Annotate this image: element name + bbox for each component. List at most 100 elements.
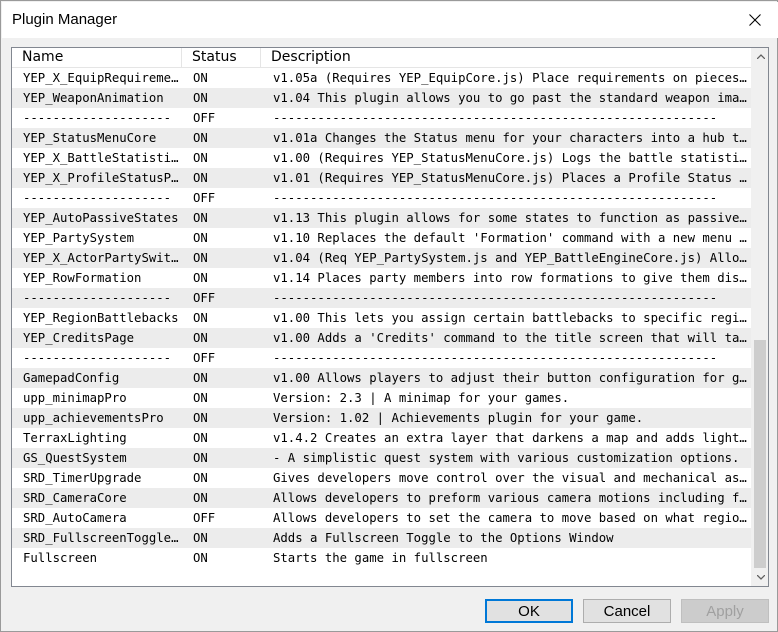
column-header-status[interactable]: Status xyxy=(182,48,261,68)
close-button[interactable] xyxy=(732,2,778,38)
table-row[interactable]: YEP_RowFormation ON v1.14 Places party mem… xyxy=(12,268,753,288)
table-row[interactable]: YEP_CreditsPage ON v1.00 Adds a 'Credits' … xyxy=(12,328,753,348)
table-row[interactable]: -------------------- OFF -----------------… xyxy=(12,108,753,128)
table-row[interactable]: YEP_WeaponAnimation ON v1.04 This plugin a… xyxy=(12,88,753,108)
ok-button[interactable]: OK xyxy=(485,599,573,623)
table-row[interactable]: YEP_PartySystem ON v1.10 Replaces the defa… xyxy=(12,228,753,248)
plugin-description-cell: v1.13 This plugin allows for some states… xyxy=(273,211,753,225)
plugin-description-cell: v1.00 (Requires YEP_StatusMenuCore.js) L… xyxy=(273,151,753,165)
table-row[interactable]: SRD_TimerUpgrade ON Gives developers move … xyxy=(12,468,753,488)
table-row[interactable]: GS_QuestSystem ON - A simplistic quest sys… xyxy=(12,448,753,468)
vertical-scrollbar[interactable] xyxy=(751,48,768,586)
table-row[interactable]: Fullscreen ON Starts the game in fullscree… xyxy=(12,548,753,568)
table-row[interactable]: SRD_AutoCamera OFF Allows developers to se… xyxy=(12,508,753,528)
plugin-status-cell: OFF xyxy=(193,111,216,125)
plugin-description-cell: v1.04 (Req YEP_PartySystem.js and YEP_Ba… xyxy=(273,251,753,265)
plugin-status-cell: ON xyxy=(193,391,208,405)
plugin-status-cell: ON xyxy=(193,231,208,245)
plugin-name-cell: YEP_StatusMenuCore xyxy=(23,131,157,145)
table-row[interactable]: upp_minimapPro ON Version: 2.3 | A minimap… xyxy=(12,388,753,408)
table-row[interactable]: YEP_RegionBattlebacks ON v1.00 This lets y… xyxy=(12,308,753,328)
table-row[interactable]: YEP_X_ActorPartySwitch ON v1.04 (Req YEP_P… xyxy=(12,248,753,268)
plugin-status-cell: ON xyxy=(193,431,208,445)
plugin-name-cell: YEP_X_ProfileStatusPage xyxy=(23,171,183,185)
plugin-name-cell: GS_QuestSystem xyxy=(23,451,127,465)
table-row[interactable]: YEP_X_BattleStatistics ON v1.00 (Requires … xyxy=(12,148,753,168)
plugin-status-cell: ON xyxy=(193,251,208,265)
plugin-status-cell: ON xyxy=(193,491,208,505)
plugin-name-cell: TerraxLighting xyxy=(23,431,127,445)
plugin-name-cell: upp_achievementsPro xyxy=(23,411,164,425)
plugin-description-cell: ----------------------------------------… xyxy=(273,111,718,125)
plugin-name-cell: upp_minimapPro xyxy=(23,391,127,405)
chevron-up-icon xyxy=(756,54,765,59)
column-header-description[interactable]: Description xyxy=(261,48,753,68)
plugin-name-cell: YEP_RowFormation xyxy=(23,271,142,285)
plugin-name-cell: -------------------- xyxy=(23,351,172,365)
plugin-description-cell: v1.4.2 Creates an extra layer that darke… xyxy=(273,431,753,445)
plugin-name-cell: SRD_TimerUpgrade xyxy=(23,471,142,485)
plugin-description-cell: - A simplistic quest system with various… xyxy=(273,451,740,465)
plugin-description-cell: v1.05a (Requires YEP_EquipCore.js) Place… xyxy=(273,71,753,85)
plugin-description-cell: v1.00 Allows players to adjust their but… xyxy=(273,371,753,385)
plugin-status-cell: OFF xyxy=(193,511,216,525)
table-row[interactable]: YEP_AutoPassiveStates ON v1.13 This plugin… xyxy=(12,208,753,228)
column-header-name[interactable]: Name xyxy=(12,48,182,68)
plugin-status-cell: OFF xyxy=(193,291,216,305)
plugin-status-cell: ON xyxy=(193,311,208,325)
close-icon xyxy=(749,14,761,26)
table-row[interactable]: -------------------- OFF -----------------… xyxy=(12,288,753,308)
plugin-status-cell: ON xyxy=(193,171,208,185)
chevron-down-icon xyxy=(756,575,765,580)
plugin-description-cell: Gives developers move control over the v… xyxy=(273,471,753,485)
plugin-name-cell: YEP_X_BattleStatistics xyxy=(23,151,183,165)
table-row[interactable]: YEP_X_EquipRequirements ON v1.05a (Require… xyxy=(12,68,753,88)
plugin-name-cell: YEP_X_EquipRequirements xyxy=(23,71,183,85)
plugin-name-cell: YEP_AutoPassiveStates xyxy=(23,211,179,225)
table-row[interactable]: YEP_X_ProfileStatusPage ON v1.01 (Requires… xyxy=(12,168,753,188)
plugin-name-cell: -------------------- xyxy=(23,111,172,125)
plugin-status-cell: ON xyxy=(193,211,208,225)
plugin-status-cell: ON xyxy=(193,151,208,165)
table-row[interactable]: -------------------- OFF -----------------… xyxy=(12,188,753,208)
table-row[interactable]: -------------------- OFF -----------------… xyxy=(12,348,753,368)
table-row[interactable]: SRD_CameraCore ON Allows developers to pre… xyxy=(12,488,753,508)
plugin-name-cell: SRD_FullscreenToggleO… xyxy=(23,531,183,545)
table-row[interactable]: SRD_FullscreenToggleO… ON Adds a Fullscree… xyxy=(12,528,753,548)
plugin-description-cell: ----------------------------------------… xyxy=(273,291,718,305)
plugin-status-cell: OFF xyxy=(193,191,216,205)
scroll-thumb[interactable] xyxy=(754,340,766,568)
plugin-status-cell: ON xyxy=(193,371,208,385)
plugin-rows: YEP_X_EquipRequirements ON v1.05a (Require… xyxy=(12,68,753,586)
table-row[interactable]: GamepadConfig ON v1.00 Allows players to a… xyxy=(12,368,753,388)
plugin-name-cell: SRD_AutoCamera xyxy=(23,511,127,525)
cancel-button[interactable]: Cancel xyxy=(583,599,671,623)
plugin-description-cell: Allows developers to preform various cam… xyxy=(273,491,753,505)
plugin-description-cell: v1.01a Changes the Status menu for your … xyxy=(273,131,753,145)
plugin-status-cell: ON xyxy=(193,451,208,465)
plugin-description-cell: ----------------------------------------… xyxy=(273,191,718,205)
plugin-description-cell: ----------------------------------------… xyxy=(273,351,718,365)
scroll-up-button[interactable] xyxy=(752,48,769,65)
apply-button[interactable]: Apply xyxy=(681,599,769,623)
plugin-name-cell: SRD_CameraCore xyxy=(23,491,127,505)
table-row[interactable]: upp_achievementsPro ON Version: 1.02 | Ach… xyxy=(12,408,753,428)
plugin-name-cell: YEP_RegionBattlebacks xyxy=(23,311,179,325)
plugin-status-cell: ON xyxy=(193,331,208,345)
title-bar[interactable]: Plugin Manager xyxy=(2,2,778,38)
plugin-name-cell: GamepadConfig xyxy=(23,371,120,385)
plugin-name-cell: -------------------- xyxy=(23,291,172,305)
scroll-down-button[interactable] xyxy=(752,569,769,586)
list-header: Name Status Description xyxy=(12,48,753,68)
plugin-status-cell: ON xyxy=(193,71,208,85)
plugin-status-cell: OFF xyxy=(193,351,216,365)
table-row[interactable]: TerraxLighting ON v1.4.2 Creates an extra … xyxy=(12,428,753,448)
plugin-list[interactable]: Name Status Description YEP_X_EquipRequi… xyxy=(11,47,769,587)
plugin-status-cell: ON xyxy=(193,271,208,285)
plugin-description-cell: v1.01 (Requires YEP_StatusMenuCore.js) P… xyxy=(273,171,753,185)
table-row[interactable]: YEP_StatusMenuCore ON v1.01a Changes the S… xyxy=(12,128,753,148)
plugin-description-cell: Adds a Fullscreen Toggle to the Options … xyxy=(273,531,614,545)
plugin-name-cell: -------------------- xyxy=(23,191,172,205)
plugin-status-cell: ON xyxy=(193,411,208,425)
window-title: Plugin Manager xyxy=(12,11,118,28)
